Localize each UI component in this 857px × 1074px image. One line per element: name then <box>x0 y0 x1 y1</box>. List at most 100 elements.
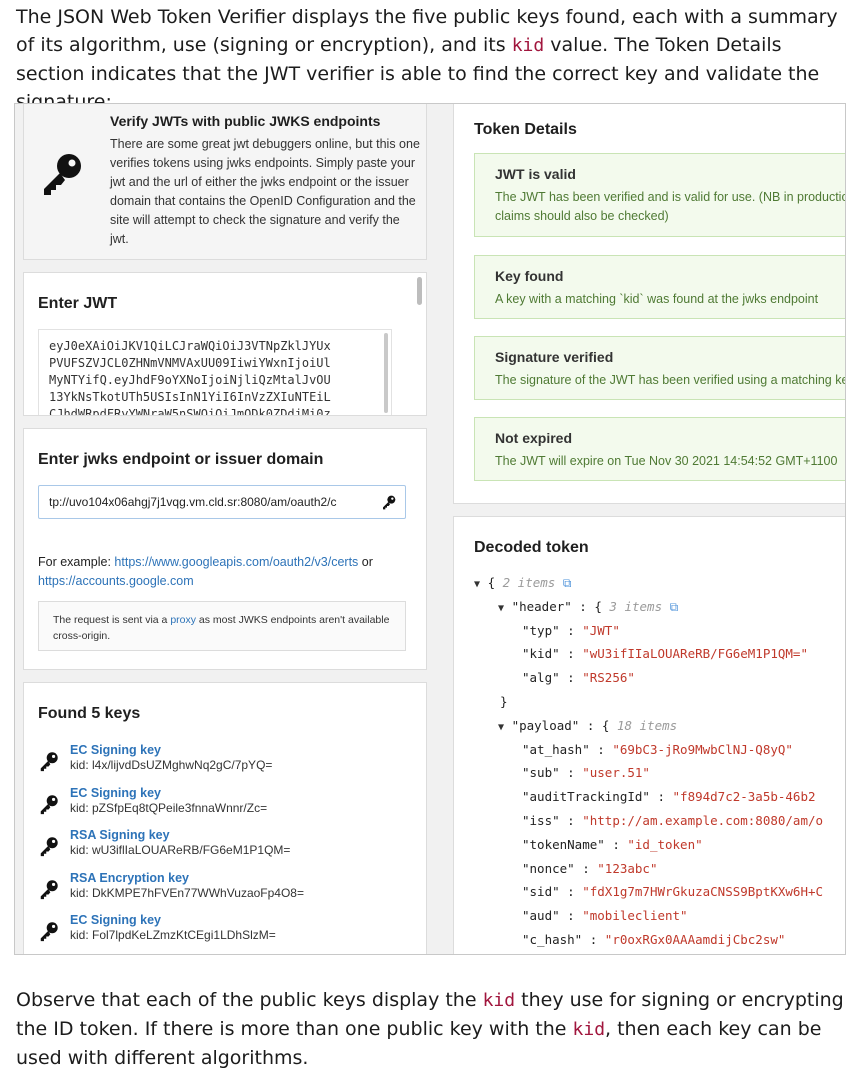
tree-value: "123abc" <box>597 860 658 876</box>
decoded-token-panel: Decoded token ▼ { 2 items ⧉ ▼ "header" :… <box>453 516 845 954</box>
token-details-panel: Token Details JWT is valid The JWT has b… <box>453 104 845 504</box>
example-prefix: For example: <box>38 555 115 569</box>
outro-kid-code: kid <box>482 990 516 1011</box>
tree-row: "at_hash" : "69bC3-jRo9MwbClNJ-Q8yQ" <box>522 741 793 757</box>
tree-node-payload[interactable]: ▼ "payload" : { 18 items <box>474 714 823 738</box>
tree-value: "wU3ifIIaLOUAReRB/FG6eM1P1QM=" <box>582 646 808 662</box>
status-signature-verified: Signature verified The signature of the … <box>474 336 845 400</box>
status-text: The JWT will expire on Tue Nov 30 2021 1… <box>495 454 838 468</box>
tree-key: "payload" <box>511 717 580 733</box>
tree-value: "JWT" <box>582 622 620 638</box>
tree-row: "c_hash" : "r0oxRGx0AAAamdijCbc2sw" <box>522 931 786 947</box>
tree-key: "nonce" <box>522 860 575 876</box>
collapse-triangle-icon[interactable]: ▼ <box>498 722 504 733</box>
example-link-accounts[interactable]: https://accounts.google.com <box>38 574 194 588</box>
tree-key: "typ" <box>522 622 560 638</box>
tree-row: "nonce" : "123abc" <box>522 860 658 876</box>
tree-root[interactable]: ▼ { 2 items ⧉ <box>474 571 823 595</box>
found-keys-title: Found 5 keys <box>38 705 141 722</box>
outro-paragraph: Observe that each of the public keys dis… <box>16 986 846 1072</box>
key-kid: kid: pZSfpEq8tQPeile3fnnaWnnr/Zc= <box>70 801 268 815</box>
status-title: Key found <box>495 268 564 284</box>
tree-value: "RS256" <box>582 670 635 686</box>
tree-key: "kid" <box>522 646 560 662</box>
status-key-found: Key found A key with a matching `kid` wa… <box>474 255 845 319</box>
tree-value: "r0oxRGx0AAAamdijCbc2sw" <box>604 931 786 947</box>
found-keys-panel: Found 5 keys EC Signing key kid: l4x/lij… <box>23 682 427 954</box>
tree-node-header[interactable]: ▼ "header" : { 3 items ⧉ <box>474 595 823 619</box>
tree-row: "sid" : "fdX1g7m7HWrGkuzaCNSS9BptKXw6H+C <box>522 884 824 900</box>
tree-value: "fdX1g7m7HWrGkuzaCNSS9BptKXw6H+C <box>582 884 824 900</box>
enter-jwt-panel: Enter JWT eyJ0eXAiOiJKV1QiLCJraWQiOiJ3VT… <box>23 272 427 416</box>
tree-key: "at_hash" <box>522 741 590 757</box>
tree-row: "typ" : "JWT" <box>522 622 620 638</box>
tree-value: "id_token" <box>627 836 703 852</box>
tree-key: "auditTrackingId" <box>522 789 650 805</box>
tree-row: "iss" : "http://am.example.com:8080/am/o <box>522 812 824 828</box>
status-text: The JWT has been verified and is valid f… <box>495 190 845 223</box>
key-icon <box>383 495 396 510</box>
item-count: 3 items <box>609 598 663 614</box>
outro-text-1: Observe that each of the public keys dis… <box>16 989 483 1011</box>
collapse-triangle-icon[interactable]: ▼ <box>474 579 480 590</box>
tree-row: "auditTrackingId" : "f894d7c2-3a5b-46b2 <box>522 789 816 805</box>
tree-key: "sid" <box>522 884 560 900</box>
tree-row: "sub" : "user.51" <box>522 765 650 781</box>
key-icon <box>40 752 58 772</box>
tree-key: "tokenName" <box>522 836 605 852</box>
status-title: Not expired <box>495 430 573 446</box>
tree-row: "tokenName" : "id_token" <box>522 836 703 852</box>
jwt-textarea-scrollbar[interactable] <box>384 333 388 413</box>
tree-value: "mobileclient" <box>582 908 688 924</box>
verify-description: There are some great jwt debuggers onlin… <box>110 137 420 246</box>
key-name[interactable]: RSA Signing key <box>70 828 170 842</box>
example-or: or <box>358 555 373 569</box>
token-details-title: Token Details <box>474 121 577 138</box>
proxy-prefix: The request is sent via a <box>53 614 171 626</box>
tree-key: "iss" <box>522 812 560 828</box>
tree-key: "header" <box>511 598 572 614</box>
tree-value: "user.51" <box>582 765 650 781</box>
jwks-title: Enter jwks endpoint or issuer domain <box>38 451 324 468</box>
jwt-textarea[interactable]: eyJ0eXAiOiJKV1QiLCJraWQiOiJ3VTNpZklJYUx … <box>38 329 392 415</box>
proxy-link[interactable]: proxy <box>170 614 196 626</box>
tree-value: "69bC3-jRo9MwbClNJ-Q8yQ" <box>612 741 793 757</box>
key-name[interactable]: EC Signing key <box>70 913 161 927</box>
tree-key: "sub" <box>522 765 560 781</box>
proxy-note: The request is sent via a proxy as most … <box>38 601 406 651</box>
status-text: A key with a matching `kid` was found at… <box>495 292 819 306</box>
intro-kid-code: kid <box>511 35 545 56</box>
jwks-endpoint-input[interactable]: tp://uvo104x06ahgj7j1vqg.vm.cld.sr:8080/… <box>38 485 406 519</box>
clipboard-icon[interactable]: ⧉ <box>670 600 679 614</box>
collapse-triangle-icon[interactable]: ▼ <box>498 603 504 614</box>
key-icon <box>40 837 58 857</box>
clipboard-icon[interactable]: ⧉ <box>563 576 572 590</box>
tree-value: "f894d7c2-3a5b-46b2 <box>672 789 816 805</box>
key-name[interactable]: EC Signing key <box>70 786 161 800</box>
key-name[interactable]: EC Signing key <box>70 743 161 757</box>
tree-key: "c_hash" <box>522 931 583 947</box>
verify-title: Verify JWTs with public JWKS endpoints <box>110 113 381 129</box>
item-count: 2 items <box>502 575 556 590</box>
panel-scrollbar[interactable] <box>417 277 422 305</box>
key-name[interactable]: RSA Encryption key <box>70 871 189 885</box>
key-icon <box>40 922 58 942</box>
status-jwt-valid: JWT is valid The JWT has been verified a… <box>474 153 845 237</box>
key-icon <box>40 795 58 815</box>
key-kid: kid: wU3iflIaLOUAReRB/FG6eM1P1QM= <box>70 843 291 857</box>
verify-info-card: Verify JWTs with public JWKS endpoints T… <box>23 104 427 260</box>
jwks-panel: Enter jwks endpoint or issuer domain tp:… <box>23 428 427 670</box>
item-count: 18 items <box>616 717 678 733</box>
tree-row: "alg" : "RS256" <box>522 670 635 686</box>
intro-paragraph: The JSON Web Token Verifier displays the… <box>16 3 846 116</box>
key-kid: kid: DkKMPE7hFVEn77WWhVuzaoFp4O8= <box>70 886 304 900</box>
enter-jwt-title: Enter JWT <box>38 295 118 312</box>
decoded-token-title: Decoded token <box>474 539 589 556</box>
status-title: Signature verified <box>495 349 614 365</box>
example-link-googleapis[interactable]: https://www.googleapis.com/oauth2/v3/cer… <box>114 555 358 569</box>
tree-value: "http://am.example.com:8080/am/o <box>582 812 824 828</box>
json-tree: ▼ { 2 items ⧉ ▼ "header" : { 3 items ⧉ "… <box>474 571 823 952</box>
example-text: For example: https://www.googleapis.com/… <box>38 553 408 591</box>
tree-key: "aud" <box>522 908 560 924</box>
status-title: JWT is valid <box>495 166 576 182</box>
